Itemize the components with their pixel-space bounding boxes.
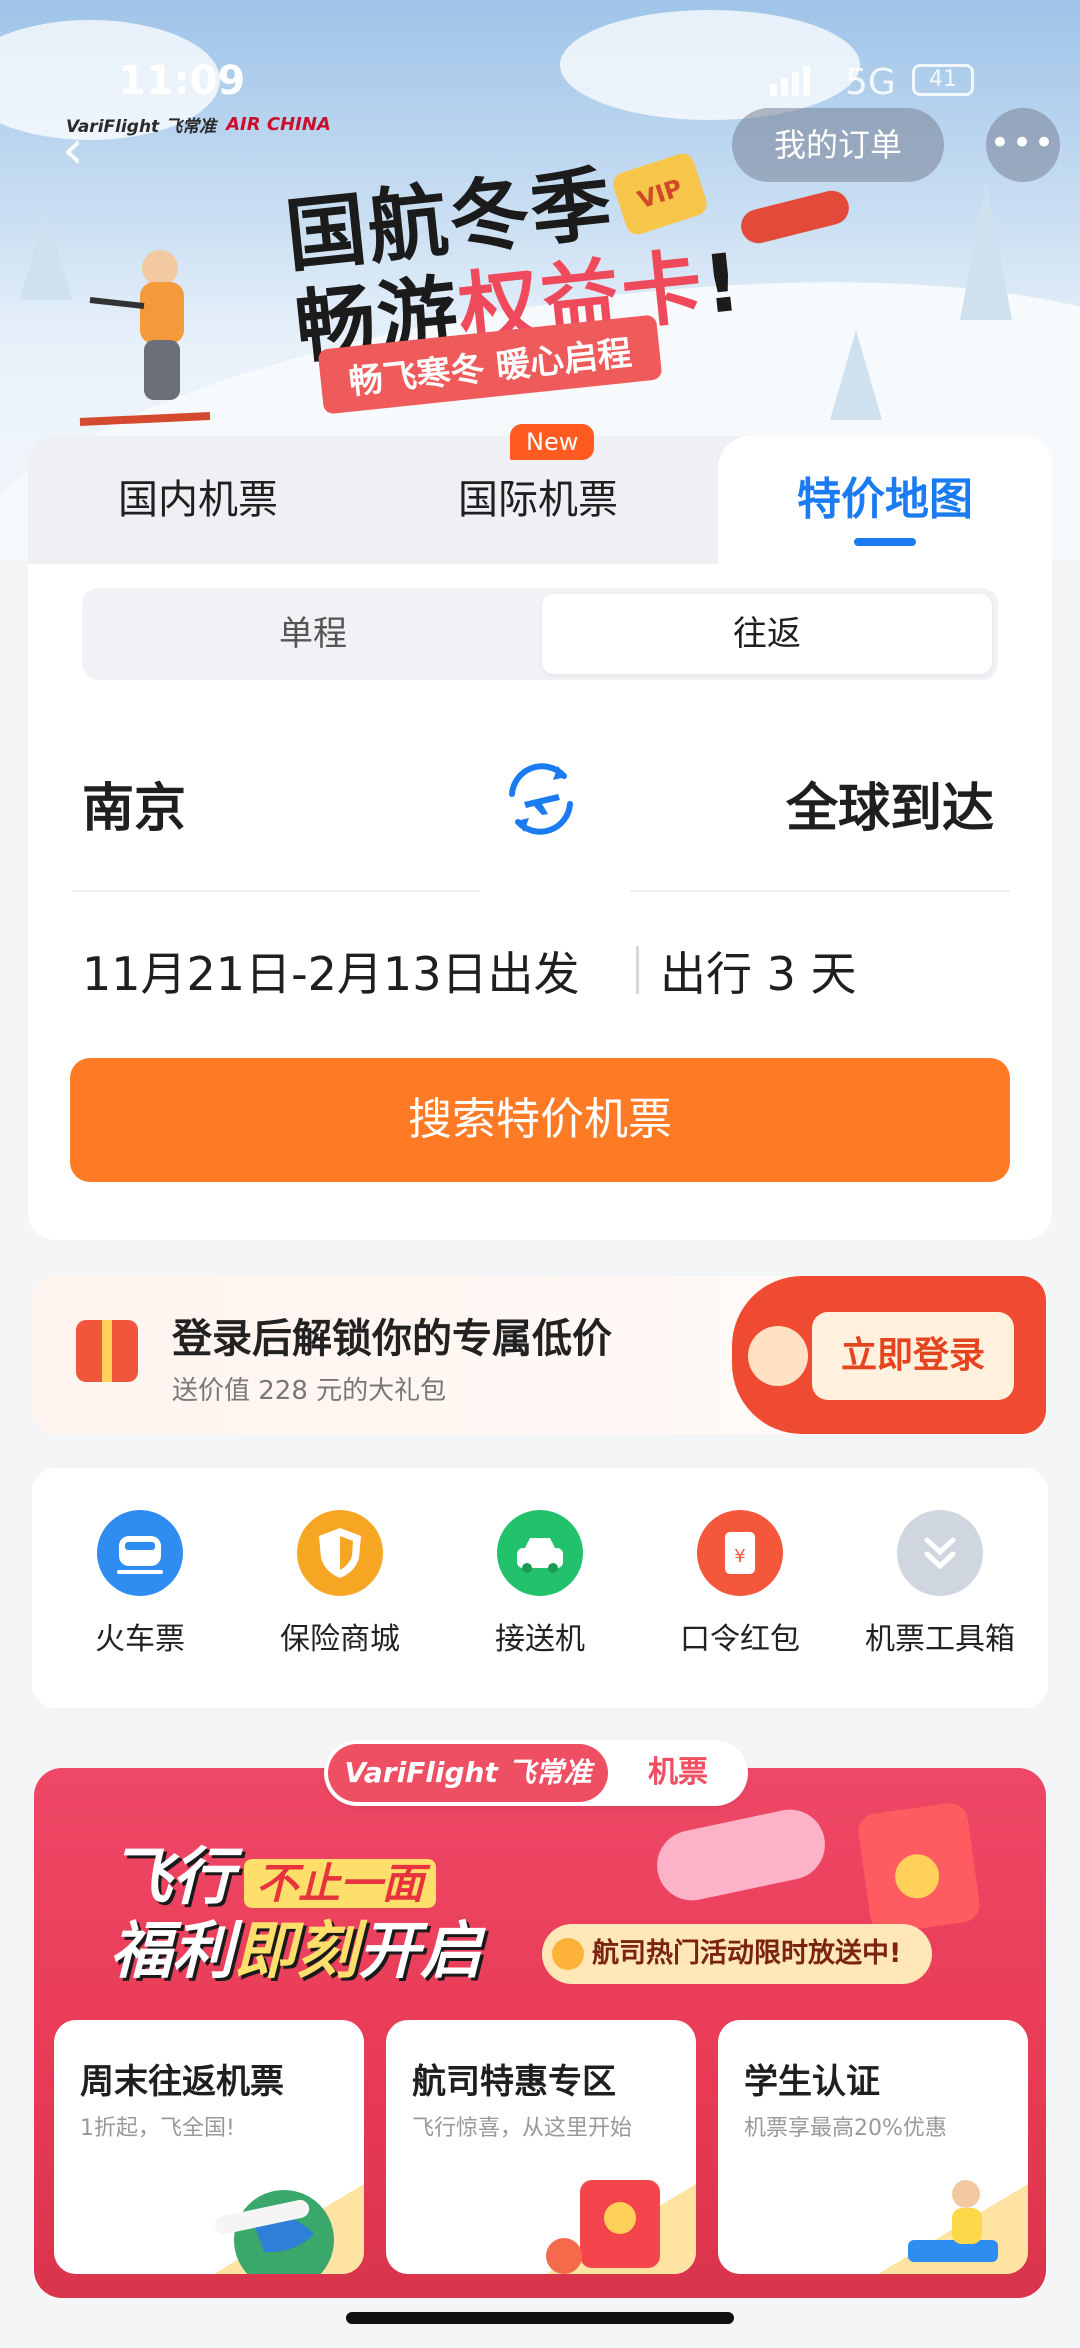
- login-promo-banner[interactable]: 登录后解锁你的专属低价 送价值 228 元的大礼包 立即登录: [32, 1276, 1046, 1434]
- student-illustration: [878, 2180, 1028, 2274]
- smile-icon: [552, 1938, 584, 1970]
- quick-link-red-packet[interactable]: ¥ 口令红包: [640, 1510, 840, 1658]
- battery-icon: 41: [912, 64, 974, 96]
- trip-duration[interactable]: 出行 3 天: [660, 938, 857, 1004]
- offer-airline-deals[interactable]: 航司特惠专区 飞行惊喜，从这里开始: [386, 2020, 696, 2274]
- red-packet-icon: ¥: [697, 1510, 783, 1596]
- active-tab-indicator: [854, 538, 916, 546]
- quick-links: 火车票 保险商城 接送机 ¥ 口令红包 机票工具箱: [32, 1468, 1048, 1708]
- train-icon: [97, 1510, 183, 1596]
- arrival-city[interactable]: 全球到达: [786, 766, 994, 841]
- offer-subtitle: 飞行惊喜，从这里开始: [412, 2116, 633, 2141]
- tag-hole-decoration: [748, 1326, 808, 1386]
- campaign-ribbon: 航司热门活动限时放送中!: [542, 1924, 932, 1984]
- offer-title: 周末往返机票: [80, 2062, 284, 2102]
- airchina-logo: AIR CHINA: [226, 114, 331, 135]
- status-time: 11:09: [118, 58, 246, 104]
- skier-illustration: [79, 250, 211, 426]
- trip-type-toggle: 单程 往返: [82, 588, 998, 680]
- campaign-headline-highlight: 即刻: [234, 1914, 359, 1987]
- campaign-headline-2: 福利即刻开启: [110, 1900, 482, 1990]
- home-indicator[interactable]: [346, 2312, 734, 2324]
- offer-subtitle: 机票享最高20%优惠: [744, 2116, 947, 2141]
- campaign-headline-text: 开启: [358, 1914, 483, 1987]
- round-trip-option[interactable]: 往返: [542, 594, 992, 674]
- red-envelope-illustration: [856, 1800, 982, 1936]
- tab-deal-map[interactable]: 特价地图: [718, 436, 1052, 564]
- login-promo-subtitle: 送价值 228 元的大礼包: [172, 1376, 447, 1406]
- shield-icon: [297, 1510, 383, 1596]
- divider: [630, 890, 1010, 892]
- airplane-illustration: [737, 187, 853, 247]
- campaign-brand: VariFlight 飞常准: [328, 1744, 608, 1802]
- offer-subtitle: 1折起，飞全国!: [80, 2116, 235, 2141]
- tree-decoration: [20, 210, 72, 300]
- tree-decoration: [960, 180, 1012, 320]
- offer-title: 学生认证: [744, 2062, 880, 2102]
- departure-city[interactable]: 南京: [82, 766, 186, 841]
- divider: [636, 946, 639, 994]
- offer-student-verification[interactable]: 学生认证 机票享最高20%优惠: [718, 2020, 1028, 2274]
- campaign-tag: 机票: [648, 1755, 708, 1790]
- quick-link-insurance[interactable]: 保险商城: [240, 1510, 440, 1658]
- campaign-brand-pill: VariFlight 飞常准 机票: [324, 1740, 748, 1806]
- my-orders-button[interactable]: 我的订单: [732, 108, 944, 182]
- campaign-headline-text: 福利: [110, 1914, 235, 1987]
- login-button[interactable]: 立即登录: [812, 1312, 1014, 1400]
- one-way-option[interactable]: 单程: [88, 594, 538, 674]
- quick-link-toolbox[interactable]: 机票工具箱: [840, 1510, 1040, 1658]
- globe-plane-illustration: [214, 2184, 364, 2274]
- offer-weekend-roundtrip[interactable]: 周末往返机票 1折起，飞全国!: [54, 2020, 364, 2274]
- svg-text:¥: ¥: [734, 1546, 745, 1567]
- campaign-ribbon-text: 航司热门活动限时放送中!: [592, 1938, 902, 1969]
- quick-link-train[interactable]: 火车票: [40, 1510, 240, 1658]
- quick-link-label: 接送机: [495, 1622, 585, 1657]
- divider: [72, 890, 480, 892]
- search-deals-button[interactable]: 搜索特价机票: [70, 1058, 1010, 1182]
- more-options-button[interactable]: •••: [986, 108, 1060, 182]
- tab-deal-map-label: 特价地图: [797, 474, 973, 525]
- login-promo-title: 登录后解锁你的专属低价: [172, 1316, 612, 1362]
- signal-icon: [770, 66, 814, 100]
- quick-link-label: 保险商城: [280, 1622, 400, 1657]
- car-icon: [497, 1510, 583, 1596]
- swap-cities-icon[interactable]: [498, 756, 584, 842]
- quick-link-label: 火车票: [95, 1622, 185, 1657]
- new-badge: New: [510, 424, 595, 460]
- variflight-logo: VariFlight 飞常准: [66, 117, 217, 137]
- quick-link-transfer[interactable]: 接送机: [440, 1510, 640, 1658]
- tab-domestic[interactable]: 国内机票: [28, 436, 368, 564]
- gift-icon: [76, 1320, 138, 1382]
- flight-search-card: 国内机票 国际机票 特价地图 单程 往返 南京 全球到达 11月21日-2月13…: [28, 436, 1052, 1240]
- quick-link-label: 口令红包: [680, 1622, 800, 1657]
- brand-logos: VariFlight 飞常准 AIR CHINA: [66, 112, 331, 137]
- quick-link-label: 机票工具箱: [865, 1622, 1015, 1657]
- red-envelope-illustration: [546, 2180, 696, 2274]
- chevrons-down-icon: [897, 1510, 983, 1596]
- network-label: 5G: [845, 62, 896, 103]
- tree-decoration: [830, 330, 882, 420]
- offer-title: 航司特惠专区: [412, 2062, 616, 2102]
- departure-date-range[interactable]: 11月21日-2月13日出发: [82, 938, 579, 1004]
